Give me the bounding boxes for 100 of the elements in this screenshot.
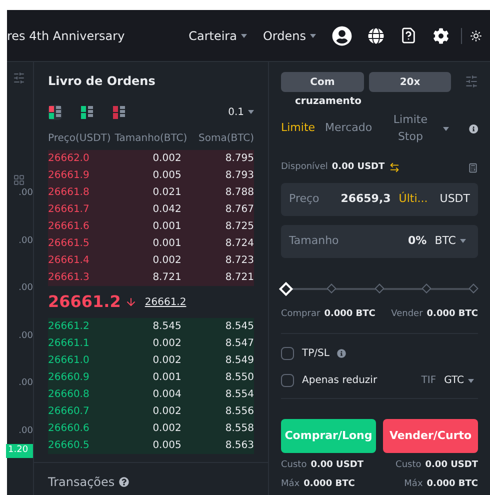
order-book-row[interactable]: 26660.9 0.001 8.550 <box>48 369 254 386</box>
last-price: 26661.2 <box>48 291 121 313</box>
leverage-button[interactable]: 20x <box>369 72 451 92</box>
order-book-row[interactable]: 26660.5 0.005 8.563 <box>48 437 254 454</box>
sum-cell-text: 8.556 <box>224 405 254 419</box>
price-cell-text: 26660.6 <box>48 422 90 436</box>
tif-select[interactable]: GTC <box>444 373 474 388</box>
mark-price[interactable]: 26661.2 <box>144 294 186 310</box>
chart-axis-value: .00 <box>18 424 33 438</box>
sum-cell-text: 8.721 <box>224 271 254 285</box>
summary-label: Máx <box>281 478 300 490</box>
chart-axis-value: .00 <box>18 282 33 295</box>
checkbox-label: Apenas reduzir <box>302 374 378 388</box>
sell-label: Vender <box>391 308 423 320</box>
sum-cell-text: 8.793 <box>224 169 254 183</box>
info-icon[interactable] <box>337 349 346 358</box>
sum-cell-text: 8.545 <box>224 320 254 334</box>
banner-title[interactable]: res 4th Anniversary <box>7 26 125 44</box>
caret-icon <box>460 239 466 243</box>
sum-cell-text: 8.547 <box>224 337 254 351</box>
order-type-tab[interactable]: Mercado <box>325 120 372 137</box>
order-book-row[interactable]: 26661.1 0.002 8.547 <box>48 335 254 352</box>
sell-value: 0.000 BTC <box>426 308 478 320</box>
order-book-row[interactable]: 26660.6 0.002 8.558 <box>48 420 254 437</box>
precision-select[interactable]: 0.1 <box>228 104 254 120</box>
size-cell-text: 0.001 <box>152 371 182 385</box>
order-book-row[interactable]: 26662.0 0.002 8.795 <box>48 150 254 167</box>
order-book-row[interactable]: 26661.9 0.005 8.793 <box>48 167 254 184</box>
sum-cell-text: 8.554 <box>224 388 254 402</box>
chart-axis-value: .00 <box>18 330 33 342</box>
size-cell-text: 0.002 <box>152 337 182 351</box>
calculator-icon[interactable] <box>468 162 478 173</box>
size-cell-text: 0.002 <box>152 254 182 268</box>
summary-label: Custo <box>396 459 422 472</box>
help-document-icon[interactable] <box>400 27 417 44</box>
price-cell-text: 26661.9 <box>48 169 90 183</box>
book-view-icon[interactable] <box>48 104 62 120</box>
margin-mode-label: cruzamento <box>295 95 362 109</box>
size-cell-text: 0.002 <box>152 405 182 419</box>
size-cell-text: 8.545 <box>152 320 182 334</box>
price-cell-text: 26661.7 <box>48 203 90 217</box>
checkbox[interactable] <box>281 347 294 360</box>
available-value: 0.00 USDT <box>332 161 385 174</box>
price-badge: 1.20 <box>6 444 33 458</box>
sell-short-button[interactable]: Vender/Curto <box>383 419 478 453</box>
price-cell-text: 26660.9 <box>48 371 90 385</box>
order-type-tab[interactable]: Limite Stop <box>382 112 449 145</box>
order-book-row[interactable]: 26661.2 8.545 8.545 <box>48 318 254 335</box>
size-field[interactable]: Tamanho 0% BTC <box>281 224 478 258</box>
order-book-row[interactable]: 26661.3 8.721 8.721 <box>48 269 254 286</box>
price-cell-text: 26661.2 <box>48 320 90 334</box>
help-icon[interactable] <box>118 477 129 487</box>
globe-icon[interactable] <box>368 28 384 44</box>
settings-icon[interactable] <box>433 28 449 44</box>
size-cell-text: 0.002 <box>152 354 182 368</box>
sliders-icon[interactable] <box>465 75 478 88</box>
sum-cell-text: 8.724 <box>224 237 254 251</box>
price-cell-text: 26661.6 <box>48 220 90 234</box>
size-cell-text: 0.002 <box>152 152 182 166</box>
nav-menu[interactable]: Ordens <box>262 26 316 44</box>
price-field[interactable]: Preço 26659,3 Últi... USDT <box>281 182 478 216</box>
panel-title: Livro de Ordens <box>48 73 156 90</box>
price-cell-text: 26662.0 <box>48 152 90 166</box>
summary-label: Custo <box>281 459 307 472</box>
checkbox[interactable] <box>281 374 294 387</box>
sliders-icon[interactable] <box>13 72 25 84</box>
summary-value: 0.00 USDT <box>310 459 364 472</box>
nav-menu[interactable]: Carteira <box>188 26 247 44</box>
order-book-row[interactable]: 26660.8 0.004 8.554 <box>48 386 254 403</box>
order-book-row[interactable]: 26661.0 0.002 8.549 <box>48 352 254 369</box>
amount-slider[interactable] <box>281 282 478 296</box>
book-view-icon[interactable] <box>80 104 94 120</box>
order-book-row[interactable]: 26661.6 0.001 8.725 <box>48 218 254 235</box>
caret-icon <box>240 34 247 38</box>
order-book-row[interactable]: 26660.7 0.002 8.556 <box>48 403 254 420</box>
caret-icon <box>310 34 316 38</box>
sum-cell-text: 8.550 <box>224 371 254 385</box>
order-book-row[interactable]: 26661.7 0.042 8.767 <box>48 201 254 218</box>
transfer-icon[interactable] <box>388 162 400 174</box>
sum-cell-text: 8.767 <box>224 203 254 217</box>
book-view-icon[interactable] <box>112 104 126 120</box>
size-cell-text: 0.001 <box>152 220 182 234</box>
size-cell-text: 0.005 <box>152 439 182 453</box>
order-type-tab[interactable]: Limite <box>281 120 316 137</box>
theme-icon[interactable] <box>470 30 482 42</box>
account-icon[interactable] <box>332 26 352 46</box>
order-book-row[interactable]: 26661.4 0.002 8.723 <box>48 252 254 269</box>
order-book-row[interactable]: 26661.8 0.021 8.788 <box>48 184 254 201</box>
info-icon[interactable] <box>468 124 478 134</box>
grid-icon[interactable] <box>13 174 25 186</box>
size-cell-text: 8.721 <box>152 271 182 285</box>
tif-label: TIF <box>421 374 436 388</box>
price-cell-text: 26661.0 <box>48 354 90 368</box>
column-header: Preço(USDT) <box>48 132 112 146</box>
sum-cell-text: 8.788 <box>224 186 254 200</box>
size-cell-text: 0.001 <box>152 237 182 251</box>
price-cell-text: 26661.3 <box>48 271 90 285</box>
summary-value: 0.000 BTC <box>304 478 355 490</box>
sum-cell-text: 8.558 <box>224 422 254 436</box>
order-book-row[interactable]: 26661.5 0.001 8.724 <box>48 235 254 252</box>
